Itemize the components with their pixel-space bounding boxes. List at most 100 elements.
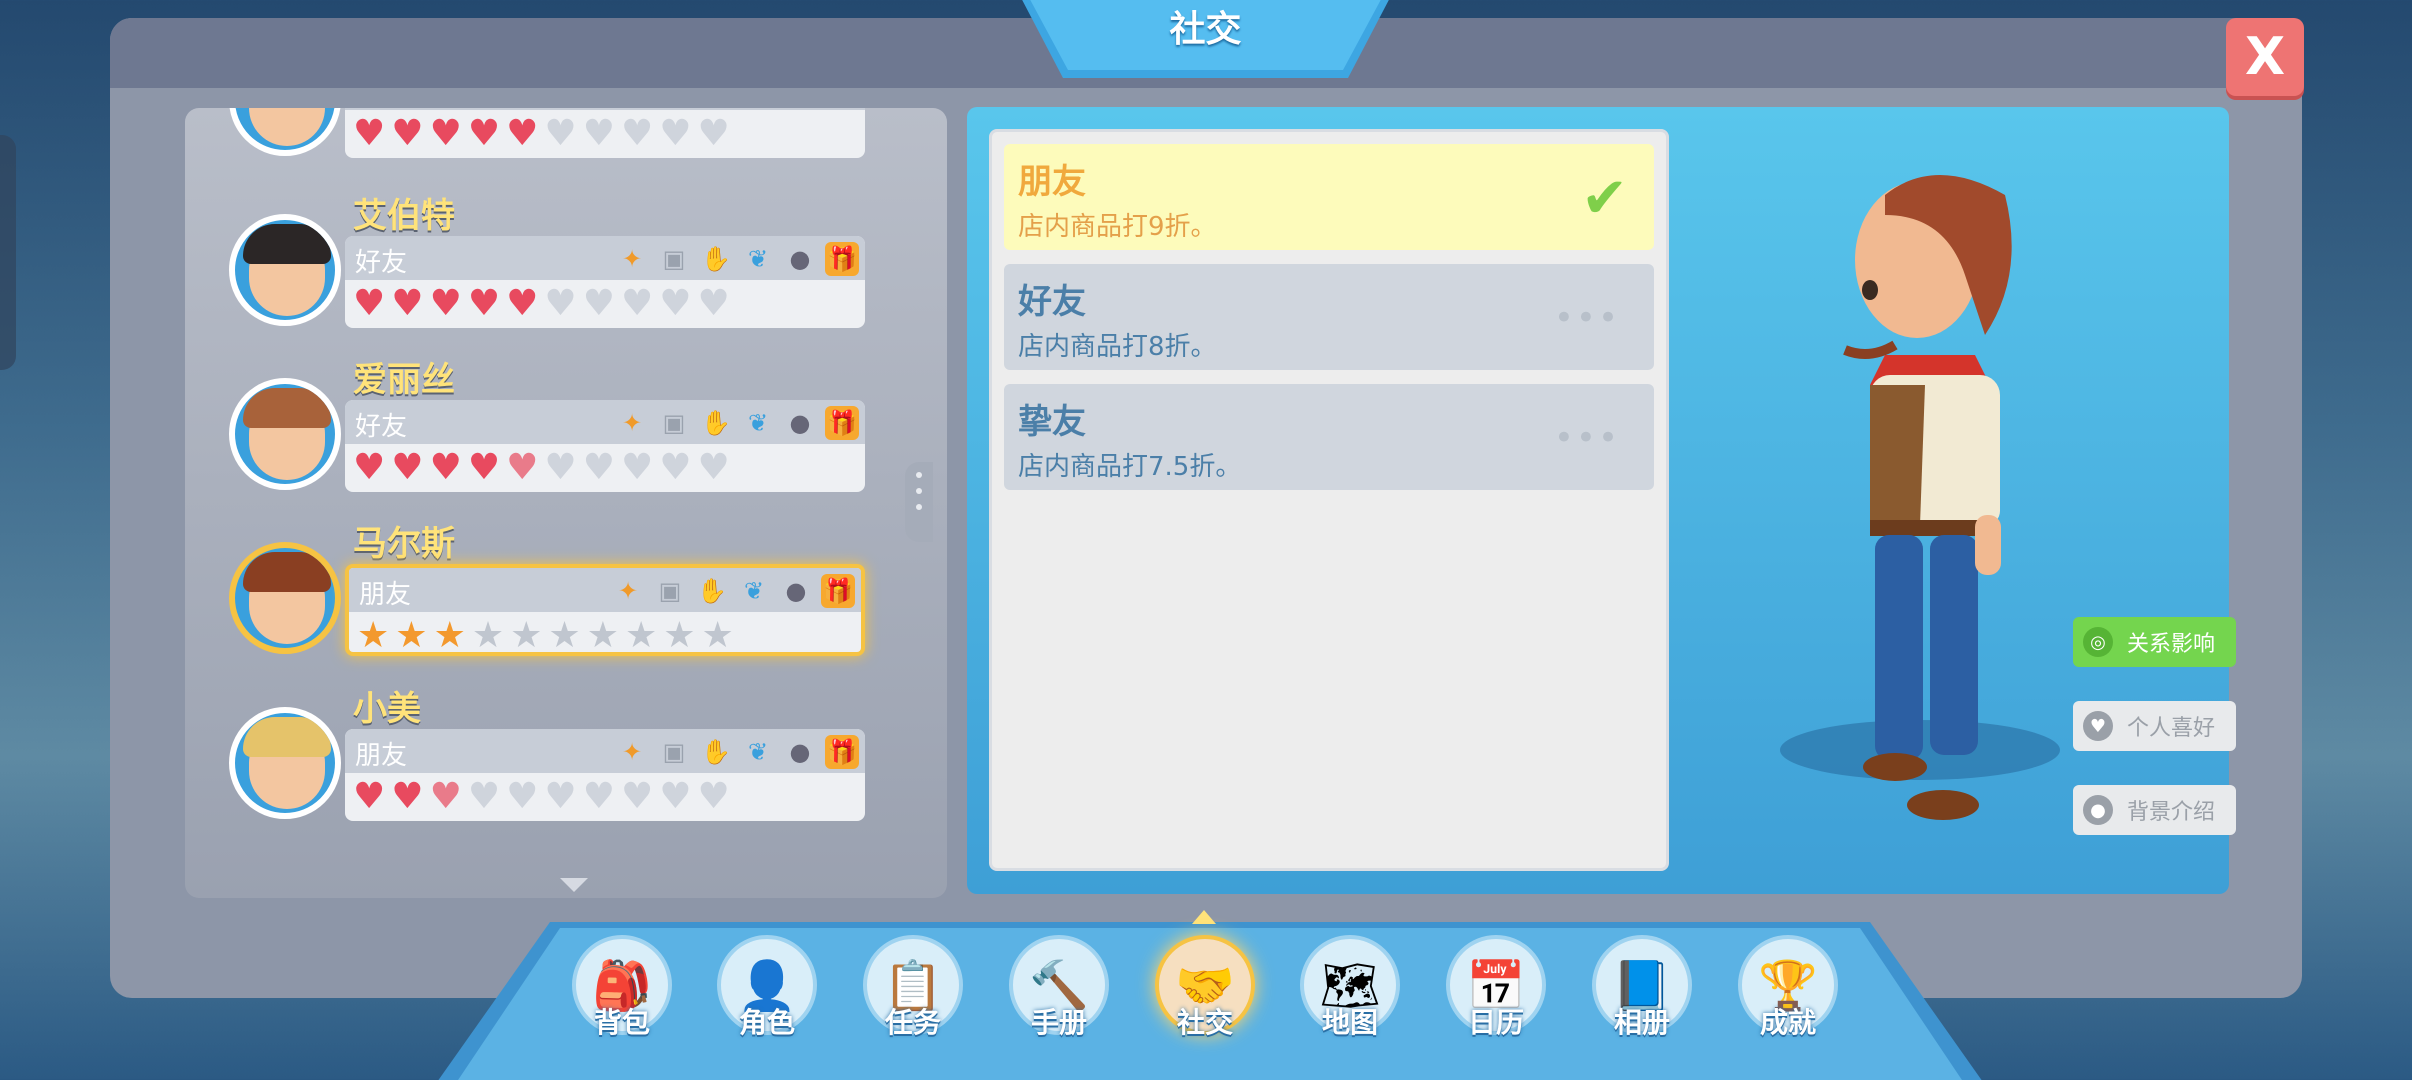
level-description: 店内商品打7.5折。 xyxy=(1018,452,1242,482)
butterfly-icon: ❦ xyxy=(747,409,769,437)
heart-icon: ♥ xyxy=(429,113,462,154)
heart-icon: ♥ xyxy=(391,447,424,488)
friend-name: 小美 xyxy=(353,689,421,729)
heart-icon: ♥ xyxy=(582,113,615,154)
hand-icon: ✋ xyxy=(697,577,727,605)
heart-icon: ♥ xyxy=(353,447,386,488)
avatar-hair xyxy=(243,717,331,757)
star-icon: ★ xyxy=(624,615,658,656)
side-button-label: 关系影响 xyxy=(2127,632,2216,657)
nav-label: 日历 xyxy=(1467,1006,1524,1039)
heart-icon: ♥ xyxy=(429,776,462,817)
heart-icon: ♥ xyxy=(620,283,654,324)
scroll-down-icon[interactable] xyxy=(560,878,588,892)
star-icon: ★ xyxy=(357,615,390,656)
hand-icon: ✋ xyxy=(701,245,731,273)
friend-list-item[interactable]: 爱丽丝 好友 ✦ ▣ ✋ ❦ ● 🎁 ♥ ♥ ♥ ♥ ♥ ♥ ♥ ♥ ♥ ♥ xyxy=(225,356,865,506)
active-tab-indicator xyxy=(1192,910,1216,924)
left-edge-tab xyxy=(0,135,16,370)
butterfly-icon: ❦ xyxy=(747,738,769,766)
nav-item-handshake[interactable]: 🤝 社交 xyxy=(1155,935,1255,1055)
level-item[interactable]: 挚友 店内商品打7.5折。 ••• xyxy=(1004,384,1654,490)
heart-icon: ♥ xyxy=(544,283,577,324)
heart-icon: ♥ xyxy=(353,283,386,324)
avatar xyxy=(229,707,341,819)
nav-label: 社交 xyxy=(1176,1006,1233,1039)
friend-list-item[interactable]: 艾伯特 好友 ✦ ▣ ✋ ❦ ● 🎁 ♥ ♥ ♥ ♥ ♥ ♥ ♥ ♥ ♥ ♥ xyxy=(225,192,865,342)
nav-item-hammer[interactable]: 🔨 手册 xyxy=(1009,935,1109,1055)
star-icon: ★ xyxy=(510,615,543,656)
heart-icon: ♥ xyxy=(697,113,730,154)
nav-item-map[interactable]: 🗺 地图 xyxy=(1300,935,1400,1055)
heart-icon: ♥ xyxy=(429,283,462,324)
heart-rating: ♥ ♥ ♥ ♥ ♥ ♥ ♥ ♥ ♥ ♥ xyxy=(353,450,730,486)
page-title: 社交 xyxy=(1169,9,1242,50)
check-icon: ✔ xyxy=(1581,166,1628,231)
relation-label: 好友 xyxy=(355,248,408,278)
nav-label: 成就 xyxy=(1759,1006,1816,1039)
title-tab: 社交 xyxy=(1018,0,1393,78)
star-icon: ★ xyxy=(548,615,581,656)
avatar xyxy=(229,542,341,654)
close-button[interactable]: X xyxy=(2226,18,2304,96)
heart-rating: ♥ ♥ ♥ ♥ ♥ ♥ ♥ ♥ ♥ ♥ xyxy=(353,779,730,815)
heart-icon: ♥ xyxy=(582,447,615,488)
friend-list-item[interactable]: ✦ ▣ ✋ ❦ ● 🎁 ♥♥♥♥♥♥♥♥♥♥ xyxy=(225,108,865,172)
avatar-hair xyxy=(243,552,331,592)
relation-label: 朋友 xyxy=(359,580,412,610)
chat-icon: ● xyxy=(785,577,807,605)
nav-item-calendar[interactable]: 📅 日历 xyxy=(1446,935,1546,1055)
relation-label: 朋友 xyxy=(355,741,408,771)
side-button-heart[interactable]: ♥ 个人喜好 xyxy=(2073,701,2236,751)
avatar-hair xyxy=(243,224,331,264)
heart-icon: ♥ xyxy=(620,447,654,488)
heart-rating: ♥ ♥ ♥ ♥ ♥ ♥ ♥ ♥ ♥ ♥ xyxy=(353,116,730,152)
drag-handle[interactable] xyxy=(905,462,933,542)
avatar xyxy=(229,378,341,490)
chat-icon: ● xyxy=(789,245,811,273)
gift-icon: 🎁 xyxy=(821,574,855,608)
level-item[interactable]: 朋友 店内商品打9折。 ✔ xyxy=(1004,144,1654,250)
fish-icon: ✦ xyxy=(621,245,643,273)
nav-item-album[interactable]: 📘 相册 xyxy=(1592,935,1692,1055)
friend-card: 好友 ✦ ▣ ✋ ❦ ● 🎁 ♥ ♥ ♥ ♥ ♥ ♥ ♥ ♥ ♥ ♥ xyxy=(345,400,865,492)
level-title: 朋友 xyxy=(1018,162,1086,202)
level-item[interactable]: 好友 店内商品打8折。 ••• xyxy=(1004,264,1654,370)
character-model[interactable] xyxy=(1825,155,2045,835)
heart-icon: ♥ xyxy=(620,776,654,817)
hand-icon: ✋ xyxy=(701,409,731,437)
friend-name: 艾伯特 xyxy=(353,196,455,236)
heart-icon: ♥ xyxy=(697,283,730,324)
gift-icon: 🎁 xyxy=(825,735,859,769)
heart-icon: ♥ xyxy=(582,283,615,324)
nav-item-trophy[interactable]: 🏆 成就 xyxy=(1738,935,1838,1055)
side-button-person[interactable]: ● 背景介绍 xyxy=(2073,785,2236,835)
heart-icon: ♥ xyxy=(391,113,424,154)
fish-icon: ✦ xyxy=(617,577,639,605)
heart-icon: ♥ xyxy=(697,447,730,488)
star-rating: ★ ★ ★ ★ ★ ★ ★ ★ ★ ★ xyxy=(357,615,734,656)
avatar-face xyxy=(249,108,325,146)
hand-icon: ✋ xyxy=(701,738,731,766)
heart-icon: ♥ xyxy=(467,113,501,154)
nav-label: 任务 xyxy=(884,1006,941,1039)
nav-item-character[interactable]: 👤 角色 xyxy=(717,935,817,1055)
heart-icon: ♥ xyxy=(697,776,730,817)
friend-list[interactable]: ✦ ▣ ✋ ❦ ● 🎁 ♥♥♥♥♥♥♥♥♥♥ 艾伯特 好友 ✦ ▣ ✋ ❦ ● xyxy=(185,108,947,898)
side-button-relation[interactable]: ◎ 关系影响 xyxy=(2073,617,2236,667)
star-icon: ★ xyxy=(586,615,619,656)
person-icon: ● xyxy=(2083,795,2113,825)
friend-list-item[interactable]: 马尔斯 朋友 ✦ ▣ ✋ ❦ ● 🎁 ★ ★ ★ ★ ★ ★ ★ ★ ★ ★ xyxy=(225,520,865,670)
heart-icon: ♥ xyxy=(659,776,692,817)
nav-label: 地图 xyxy=(1321,1006,1378,1039)
avatar xyxy=(229,214,341,326)
heart-icon: ♥ xyxy=(467,447,501,488)
nav-item-task[interactable]: 📋 任务 xyxy=(863,935,963,1055)
nav-item-backpack[interactable]: 🎒 背包 xyxy=(572,935,672,1055)
heart-icon: ♥ xyxy=(353,776,386,817)
preference-icons: ✦ ▣ ✋ ❦ ● 🎁 xyxy=(615,406,859,440)
level-title: 挚友 xyxy=(1018,402,1086,442)
friend-list-item[interactable]: 小美 朋友 ✦ ▣ ✋ ❦ ● 🎁 ♥ ♥ ♥ ♥ ♥ ♥ ♥ ♥ ♥ ♥ xyxy=(225,685,865,835)
fish-icon: ✦ xyxy=(621,738,643,766)
chat-icon: ● xyxy=(789,738,811,766)
